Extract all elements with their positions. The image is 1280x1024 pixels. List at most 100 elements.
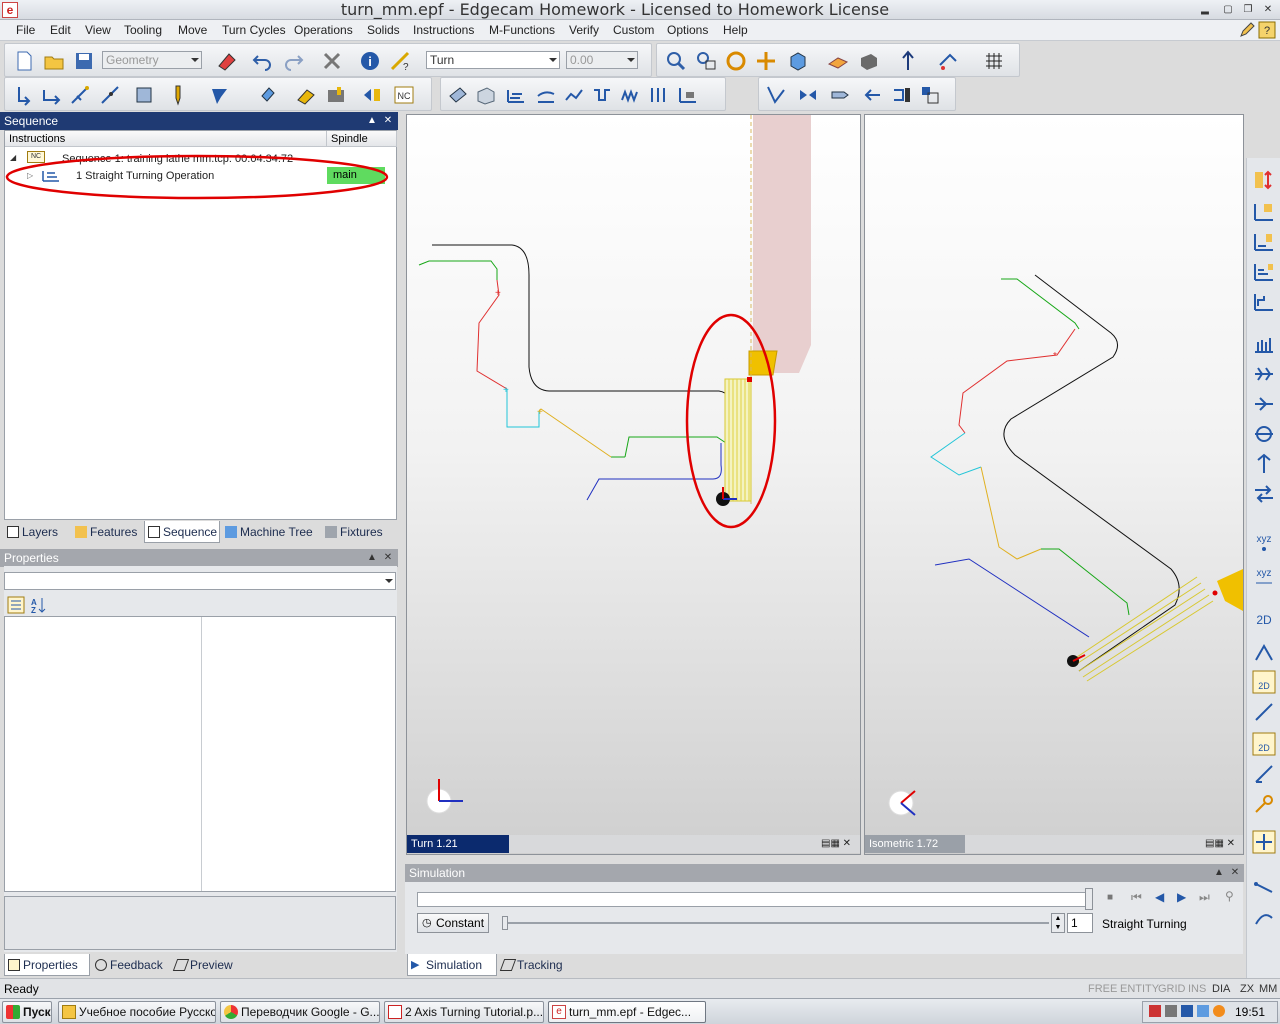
eraser-icon[interactable] xyxy=(215,50,237,72)
value-select[interactable]: 0.00 xyxy=(566,51,638,69)
profile-cycle-icon[interactable] xyxy=(563,84,585,106)
cycle-options-icon[interactable] xyxy=(677,84,699,106)
menu-custom[interactable]: Custom xyxy=(613,23,654,37)
tailstock-icon[interactable] xyxy=(829,84,851,106)
nc-code-icon[interactable]: NC xyxy=(393,84,415,106)
properties-close-icon[interactable]: ✕ xyxy=(382,552,394,564)
stop-icon[interactable]: ■ xyxy=(1107,892,1113,903)
properties-pin-icon[interactable]: ▲ xyxy=(366,552,378,564)
save-icon[interactable] xyxy=(73,50,95,72)
transfer-cycle-icon[interactable] xyxy=(1252,482,1276,506)
play-icon[interactable]: ▶ xyxy=(1177,890,1186,904)
feed-move-icon[interactable] xyxy=(41,84,63,106)
finish-turn-icon[interactable] xyxy=(1252,290,1276,314)
drill-cycle-icon[interactable] xyxy=(647,84,669,106)
speed-slider-track[interactable] xyxy=(503,922,1049,924)
tray-network-icon[interactable] xyxy=(1181,1005,1193,1017)
2d-layer-icon[interactable]: 2D xyxy=(1252,732,1276,756)
2d-icon[interactable]: 2D xyxy=(1252,608,1276,632)
turn-tool-icon[interactable] xyxy=(209,84,231,106)
tab-layers[interactable]: Layers xyxy=(4,521,70,543)
col-spindle[interactable]: Spindle xyxy=(327,131,397,147)
groove-icon[interactable] xyxy=(1252,332,1276,356)
multi-move-icon[interactable] xyxy=(69,84,91,106)
plane-icon[interactable] xyxy=(827,50,849,72)
tray-update-icon[interactable] xyxy=(1213,1005,1225,1017)
key-icon[interactable] xyxy=(1252,792,1276,816)
menu-instructions[interactable]: Instructions xyxy=(413,23,474,37)
taskbar-item-pdf[interactable]: 2 Axis Turning Tutorial.p... xyxy=(384,1001,544,1023)
face-icon[interactable] xyxy=(1252,200,1276,224)
spin-input[interactable]: 1 xyxy=(1067,913,1093,933)
simulation-close-icon[interactable]: ✕ xyxy=(1229,867,1241,879)
draw-icon[interactable] xyxy=(1252,762,1276,786)
feature-finder-icon[interactable] xyxy=(447,84,469,106)
measure-icon[interactable]: ? xyxy=(389,50,411,72)
properties-object-select[interactable] xyxy=(4,572,396,590)
tab-machine-tree[interactable]: Machine Tree xyxy=(222,521,318,543)
transfer-icon[interactable] xyxy=(361,84,383,106)
cpl-icon[interactable] xyxy=(897,50,919,72)
point-snap-icon[interactable] xyxy=(1252,640,1276,664)
menu-options[interactable]: Options xyxy=(667,23,708,37)
part-off-icon[interactable] xyxy=(325,84,347,106)
stock-icon[interactable] xyxy=(475,84,497,106)
rotate-icon[interactable] xyxy=(725,50,747,72)
speed-slider-thumb[interactable] xyxy=(502,916,508,930)
groove-cycle-icon[interactable] xyxy=(591,84,613,106)
minimize-icon[interactable]: ▂ xyxy=(1198,4,1212,16)
link-move-icon[interactable] xyxy=(99,84,121,106)
simulation-zoom-icon[interactable]: ⚲ xyxy=(1225,889,1234,903)
part-off-cycle-icon[interactable] xyxy=(1252,452,1276,476)
approach-icon[interactable] xyxy=(765,84,787,106)
sort-az-icon[interactable]: AZ xyxy=(29,596,47,614)
xyz-increment-icon[interactable]: xyz xyxy=(1252,564,1276,588)
col-instructions[interactable]: Instructions xyxy=(5,131,327,147)
geometry-select[interactable]: Geometry xyxy=(102,51,202,69)
thread-icon[interactable] xyxy=(1252,362,1276,386)
tab-fixtures[interactable]: Fixtures xyxy=(322,521,396,543)
taskbar-item-chrome[interactable]: Переводчик Google - G... xyxy=(220,1001,380,1023)
rewind-icon[interactable]: ⏮ xyxy=(1131,890,1142,905)
menu-move[interactable]: Move xyxy=(178,23,207,37)
isometric-viewport[interactable]: * Isometric 1.72 ▤▦ ✕ xyxy=(864,114,1244,855)
turn-profile-icon[interactable] xyxy=(1252,230,1276,254)
tray-tools-icon[interactable] xyxy=(1165,1005,1177,1017)
tray-volume-icon[interactable] xyxy=(1197,1005,1209,1017)
rapid-move-icon[interactable] xyxy=(13,84,35,106)
tab-feedback[interactable]: Feedback xyxy=(92,954,170,976)
rough-turn-icon[interactable] xyxy=(1252,260,1276,284)
grid-icon[interactable] xyxy=(983,50,1005,72)
turret-icon[interactable] xyxy=(919,84,941,106)
edit-path-icon[interactable] xyxy=(1252,700,1276,724)
steady-icon[interactable] xyxy=(861,84,883,106)
tab-simulation[interactable]: ▶ Simulation xyxy=(407,954,497,976)
pencil-icon[interactable] xyxy=(1238,21,1256,39)
xyz-coordinates-icon[interactable]: xyz xyxy=(1252,530,1276,554)
categorized-icon[interactable] xyxy=(7,596,25,614)
view-cube-icon[interactable] xyxy=(787,50,809,72)
menu-operations[interactable]: Operations xyxy=(294,23,353,37)
spindle-icon[interactable] xyxy=(797,84,819,106)
arc-icon[interactable] xyxy=(1252,906,1276,930)
pan-icon[interactable] xyxy=(755,50,777,72)
shading-icon[interactable] xyxy=(857,50,879,72)
menu-file[interactable]: File xyxy=(16,23,35,37)
help-icon[interactable]: ? xyxy=(1258,21,1276,39)
taskbar-item-edgecam[interactable]: e turn_mm.epf - Edgec... xyxy=(548,1001,706,1023)
tab-properties[interactable]: Properties xyxy=(4,954,90,976)
thread-cycle-icon[interactable] xyxy=(619,84,641,106)
redo-icon[interactable] xyxy=(283,50,305,72)
turn-viewport[interactable]: + + + Turn 1.21 ▤▦ ✕ xyxy=(406,114,861,855)
step-back-icon[interactable]: ◀ xyxy=(1155,890,1164,904)
turn-view-window-buttons[interactable]: ▤▦ ✕ xyxy=(821,838,851,850)
menu-verify[interactable]: Verify xyxy=(569,23,599,37)
zoom-window-icon[interactable] xyxy=(695,50,717,72)
menu-help[interactable]: Help xyxy=(723,23,748,37)
menu-view[interactable]: View xyxy=(85,23,111,37)
sub-spindle-icon[interactable] xyxy=(891,84,913,106)
clock[interactable]: 19:51 xyxy=(1235,1005,1265,1019)
bore-icon[interactable] xyxy=(1252,422,1276,446)
stock-setup-icon[interactable] xyxy=(1252,168,1276,192)
simulation-progress-handle[interactable] xyxy=(1085,888,1093,910)
